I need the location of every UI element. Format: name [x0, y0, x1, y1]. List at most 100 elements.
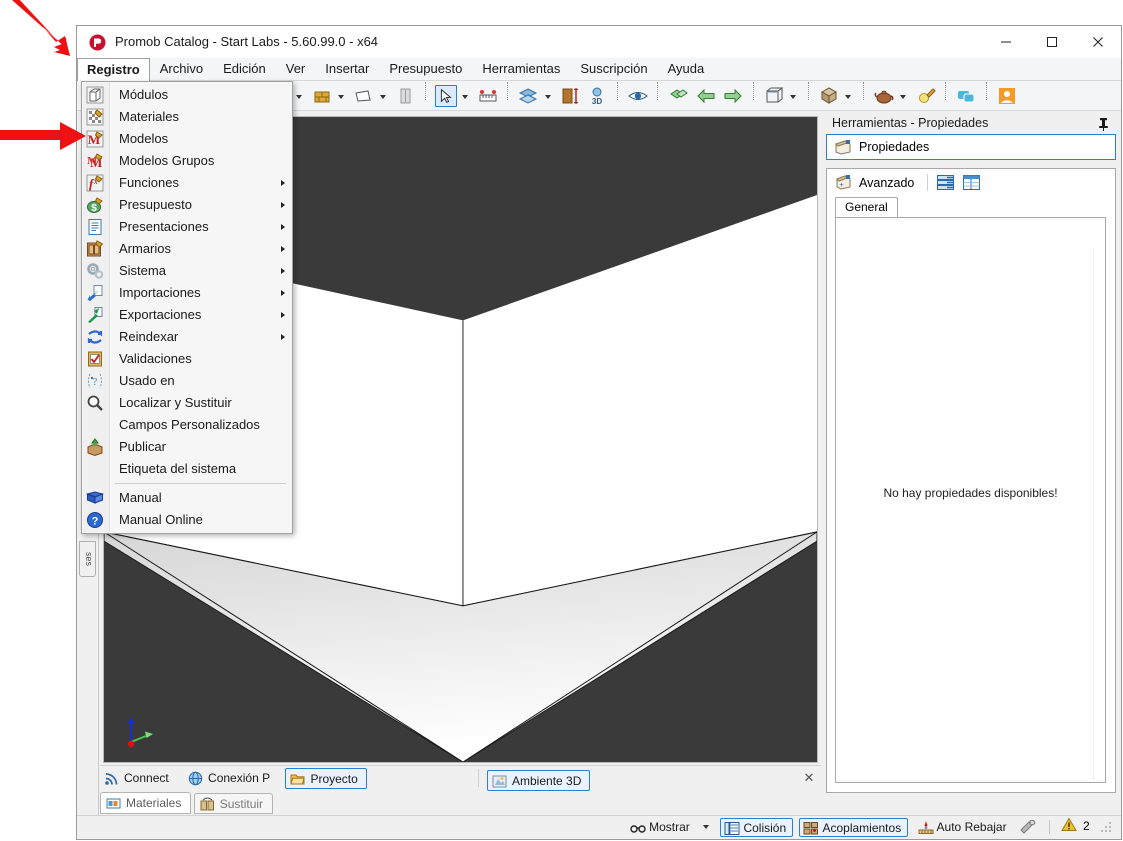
menu-item-campos-personalizados[interactable]: Campos Personalizados	[82, 414, 292, 436]
glasses-show-icon	[630, 820, 646, 835]
menu-item-importaciones[interactable]: Importaciones	[82, 282, 292, 304]
auto-lower-icon	[918, 820, 934, 835]
menu-item-modulos[interactable]: Módulos	[82, 84, 292, 106]
status-acoplamientos[interactable]: Acoplamientos	[799, 818, 909, 837]
box-solid-icon[interactable]	[818, 85, 840, 107]
status-mostrar-label: Mostrar	[649, 820, 690, 834]
status-auto-rebajar-label: Auto Rebajar	[936, 820, 1007, 834]
tab-proyecto[interactable]: Proyecto	[285, 768, 367, 789]
left-vertical-tab[interactable]: ses	[79, 541, 96, 577]
menu-item-etiqueta-del-sistema[interactable]: Etiqueta del sistema	[82, 458, 292, 480]
materials-swatch-icon	[106, 796, 121, 811]
menu-item-label: Exportaciones	[119, 307, 202, 322]
menu-item-localizar-y-sustituir[interactable]: Localizar y Sustituir	[82, 392, 292, 414]
menu-item-validaciones[interactable]: Validaciones	[82, 348, 292, 370]
menu-item-armarios[interactable]: Armarios	[82, 238, 292, 260]
view-3d-icon[interactable]: 3D	[586, 85, 608, 107]
status-warning[interactable]: 2	[1060, 817, 1090, 837]
menu-insertar[interactable]: Insertar	[315, 58, 379, 81]
layers-icon[interactable]	[517, 85, 539, 107]
pin-icon[interactable]	[1097, 116, 1110, 131]
height-ruler-icon[interactable]	[559, 85, 581, 107]
teapot-render-icon[interactable]	[873, 85, 895, 107]
menu-item-publicar[interactable]: Publicar	[82, 436, 292, 458]
menu-item-manual[interactable]: Manual	[82, 487, 292, 509]
status-mostrar[interactable]: Mostrar	[627, 818, 696, 837]
clipboard-check-icon	[86, 350, 104, 368]
tab-connect[interactable]: Connect	[100, 768, 177, 789]
menu-item-label: Armarios	[119, 241, 172, 256]
measure-tape-icon[interactable]	[477, 85, 499, 107]
brick-wall-icon[interactable]	[311, 85, 333, 107]
close-icon[interactable]: ✕	[802, 771, 816, 785]
menu-presupuesto[interactable]: Presupuesto	[379, 58, 472, 81]
light-bulb-icon[interactable]	[915, 85, 937, 107]
chevron-down-icon[interactable]	[295, 85, 304, 107]
menu-ver[interactable]: Ver	[276, 58, 316, 81]
menu-item-usado-en[interactable]: ? Usado en	[82, 370, 292, 392]
menu-item-modelos[interactable]: M Modelos	[82, 128, 292, 150]
list-view-icon[interactable]	[937, 175, 954, 193]
arrow-left-green-icon[interactable]	[695, 85, 717, 107]
menu-item-manual-online[interactable]: ? Manual Online	[82, 509, 292, 531]
menu-herramientas[interactable]: Herramientas	[472, 58, 570, 81]
svg-text:3D: 3D	[592, 97, 602, 106]
menu-ayuda[interactable]: Ayuda	[658, 58, 715, 81]
chevron-down-icon[interactable]	[379, 85, 388, 107]
maximize-button[interactable]	[1029, 26, 1075, 57]
menu-item-presentaciones[interactable]: Presentaciones	[82, 216, 292, 238]
wrench-icon[interactable]	[1019, 819, 1039, 835]
menu-item-exportaciones[interactable]: Exportaciones	[82, 304, 292, 326]
tab-conexion-p[interactable]: Conexión P	[184, 768, 278, 789]
menu-item-reindexar[interactable]: Reindexar	[82, 326, 292, 348]
chevron-down-icon[interactable]	[461, 85, 470, 107]
ceiling-shape-icon[interactable]	[352, 85, 374, 107]
menu-item-sistema[interactable]: Sistema	[82, 260, 292, 282]
tab-general[interactable]: General	[835, 197, 898, 217]
chat-bubbles-icon[interactable]	[955, 85, 977, 107]
chevron-down-icon[interactable]	[789, 85, 798, 107]
copy-object-icon[interactable]	[668, 85, 690, 107]
chevron-down-icon[interactable]	[899, 85, 908, 107]
properties-scrollbar[interactable]	[1093, 248, 1103, 780]
menu-item-funciones[interactable]: f x Funciones	[82, 172, 292, 194]
status-auto-rebajar[interactable]: Auto Rebajar	[915, 818, 1013, 837]
tab-ambiente-3d[interactable]: Ambiente 3D	[487, 770, 591, 791]
eye-visibility-icon[interactable]	[627, 85, 649, 107]
menu-item-presupuesto[interactable]: $ Presupuesto	[82, 194, 292, 216]
menu-item-label: Manual Online	[119, 512, 203, 527]
menu-registro[interactable]: Registro	[77, 58, 150, 81]
warning-triangle-icon	[1060, 817, 1077, 837]
menu-edicion[interactable]: Edición	[213, 58, 276, 81]
status-colision-label: Colisión	[743, 821, 787, 835]
publish-box-icon	[86, 438, 104, 457]
menu-archivo[interactable]: Archivo	[150, 58, 213, 81]
tab-sustituir[interactable]: Sustituir	[193, 793, 274, 814]
door-panel-icon[interactable]	[394, 85, 416, 107]
properties-button[interactable]: Propiedades	[826, 134, 1116, 160]
tab-materiales[interactable]: Materiales	[100, 792, 192, 814]
submenu-arrow-icon	[281, 202, 285, 208]
chevron-down-icon[interactable]	[844, 85, 853, 107]
box-wireframe-icon[interactable]	[763, 85, 785, 107]
status-colision[interactable]: Colisión	[720, 818, 794, 837]
close-button[interactable]	[1075, 26, 1121, 57]
menu-item-label: Modelos Grupos	[119, 153, 215, 168]
function-fx-icon: f x	[86, 174, 104, 192]
properties-panel-header: Herramientas - Propiedades	[826, 112, 1116, 134]
table-view-icon[interactable]	[963, 175, 980, 193]
select-cursor-icon[interactable]	[434, 85, 457, 107]
menu-item-materiales[interactable]: Materiales	[82, 106, 292, 128]
chevron-down-icon[interactable]	[337, 85, 346, 107]
menu-suscripcion[interactable]: Suscripción	[570, 58, 657, 81]
chevron-down-icon[interactable]	[544, 85, 553, 107]
chevron-down-icon[interactable]	[702, 817, 711, 836]
menu-item-modelos-grupos[interactable]: M M Modelos Grupos	[82, 150, 292, 172]
user-orange-icon[interactable]	[996, 85, 1018, 107]
resize-grip-icon[interactable]	[1101, 820, 1115, 834]
submenu-arrow-icon	[281, 268, 285, 274]
tab-connect-label: Connect	[124, 771, 169, 785]
menu-item-label: Manual	[119, 490, 162, 505]
arrow-right-green-icon[interactable]	[722, 85, 744, 107]
minimize-button[interactable]	[983, 26, 1029, 57]
